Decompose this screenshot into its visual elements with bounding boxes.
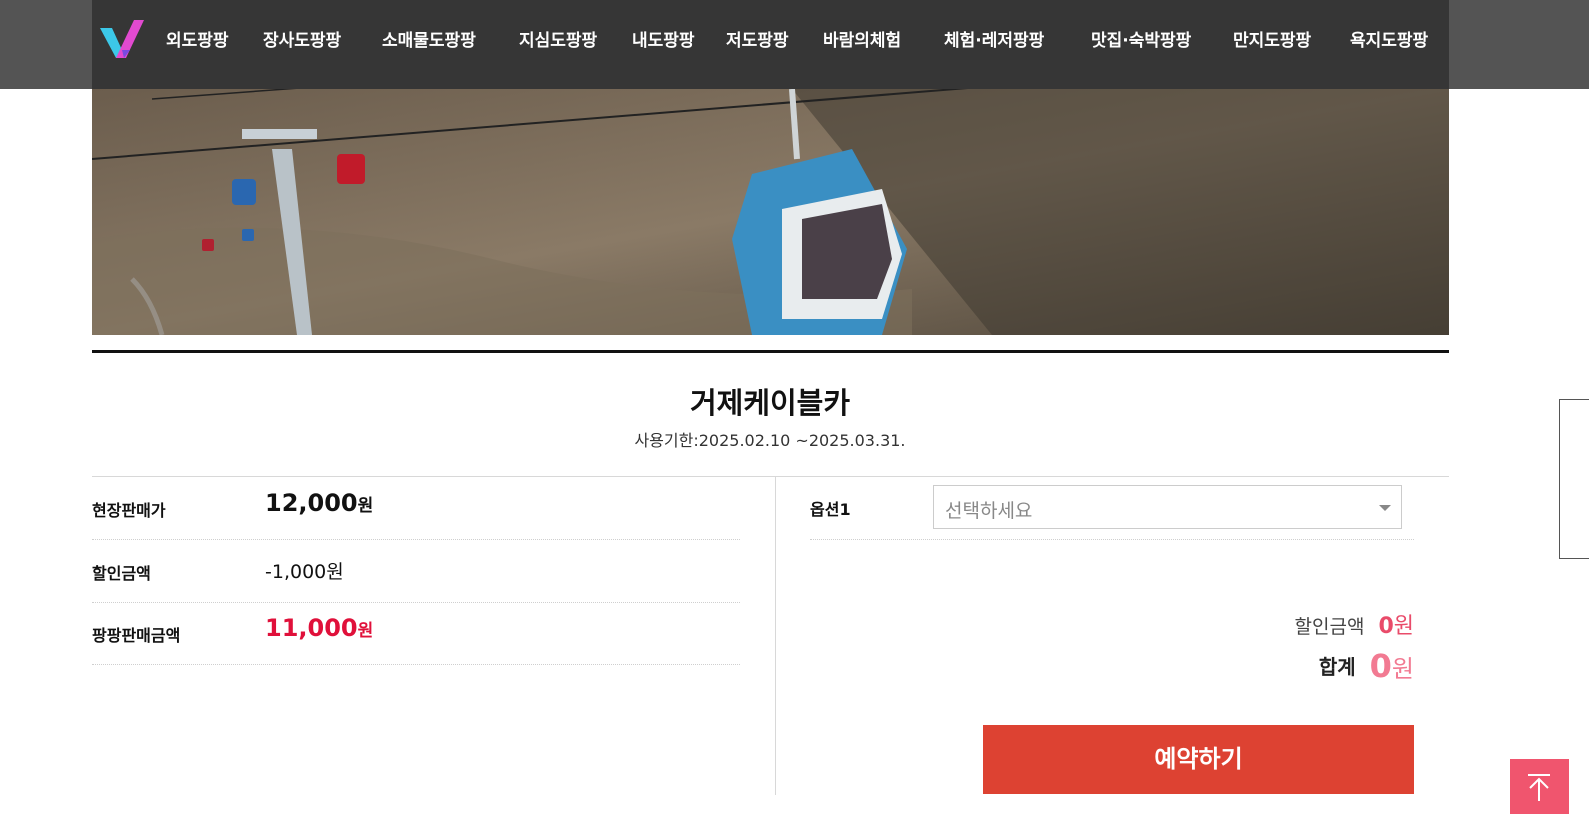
nav-item-leisure[interactable]: 체험·레저팡팡 [944,26,1044,51]
arrow-up-icon [1528,774,1550,801]
discount-row: 할인금액 -1,000원 [92,540,740,603]
summary-discount-value: 0원 [1378,614,1414,639]
page: 외도팡팡 장사도팡팡 소매물도팡팡 지심도팡팡 내도팡팡 저도팡팡 바람의체험 … [0,0,1589,824]
sale-price-row: 팡팡판매금액 11,000원 [92,602,740,665]
cable-car-photo [92,89,1449,335]
summary-total-label: 합계 [1318,655,1356,679]
nav-item-wind-experience[interactable]: 바람의체험 [823,26,901,51]
product-title: 거제케이블카 [689,386,851,420]
onsite-price-label: 현장판매가 [92,501,166,520]
summary-total: 합계 0원 [1319,647,1414,685]
nav-item-jisimdo[interactable]: 지심도팡팡 [519,26,597,51]
nav-menu: 외도팡팡 장사도팡팡 소매물도팡팡 지심도팡팡 내도팡팡 저도팡팡 바람의체험 … [92,26,1449,51]
column-divider [775,477,776,795]
nav-item-jeodo[interactable]: 저도팡팡 [726,26,789,51]
option-select[interactable]: 선택하세요 [933,485,1402,529]
summary-discount-label: 할인금액 [1294,616,1365,638]
onsite-price-row: 현장판매가 12,000원 [92,477,740,540]
sale-price-label: 팡팡판매금액 [92,626,181,645]
nav-item-food-stay[interactable]: 맛집·숙박팡팡 [1091,26,1191,51]
summary-discount: 할인금액 0원 [1295,608,1414,640]
summary-total-value: 0원 [1369,647,1414,685]
nav-item-somaemuldo[interactable]: 소매물도팡팡 [382,26,476,51]
nav-item-oedo[interactable]: 외도팡팡 [166,26,229,51]
section-divider [92,350,1449,353]
nav-item-jangsado[interactable]: 장사도팡팡 [263,26,341,51]
sale-price-value: 11,000원 [265,614,374,642]
hero-image [92,89,1449,335]
option-label: 옵션1 [810,500,851,519]
nav-item-yokjido[interactable]: 욕지도팡팡 [1350,26,1428,51]
chevron-down-icon [1379,505,1391,511]
discount-value: -1,000원 [265,561,344,583]
onsite-price-value: 12,000원 [265,489,374,517]
option-divider [810,539,1414,540]
side-panel-tab[interactable] [1559,399,1589,559]
nav-item-naedo[interactable]: 내도팡팡 [632,26,695,51]
nav-item-manjido[interactable]: 만지도팡팡 [1233,26,1311,51]
main-navigation: 외도팡팡 장사도팡팡 소매물도팡팡 지심도팡팡 내도팡팡 저도팡팡 바람의체험 … [92,0,1449,89]
usage-period: 사용기한:2025.02.10 ~2025.03.31. [634,431,906,450]
scroll-top-button[interactable] [1510,759,1569,814]
reserve-button[interactable]: 예약하기 [983,725,1414,794]
option-select-placeholder: 선택하세요 [945,500,1033,522]
discount-label: 할인금액 [92,564,151,583]
